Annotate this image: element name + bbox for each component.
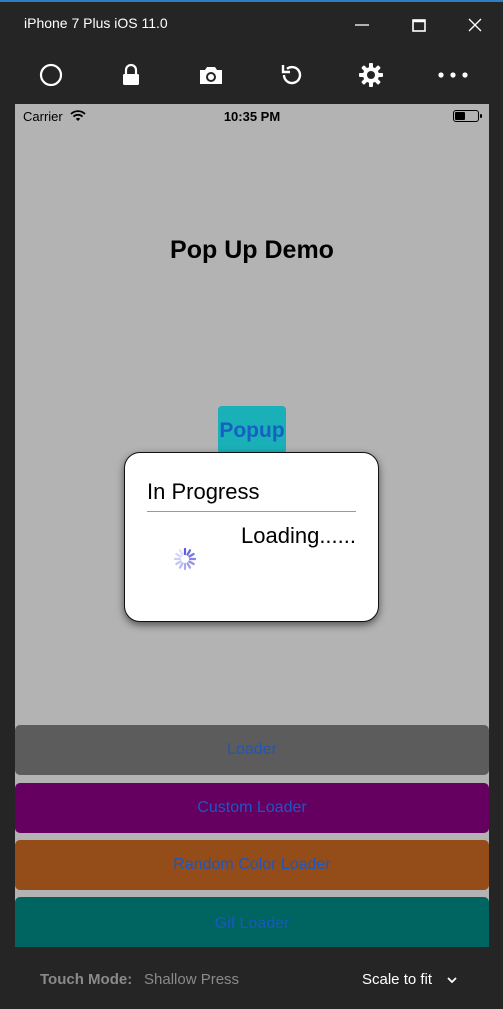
lock-button[interactable]: [114, 58, 148, 92]
maximize-button[interactable]: [404, 10, 434, 40]
minimize-button[interactable]: [347, 10, 377, 40]
rotate-button[interactable]: [274, 58, 308, 92]
device-screen: Carrier 10:35 PM Pop Up Demo Popup In Pr…: [15, 104, 489, 947]
settings-icon: [359, 63, 383, 87]
custom-loader-button[interactable]: Custom Loader: [15, 783, 489, 833]
more-icon: [438, 72, 468, 78]
random-color-loader-button[interactable]: Random Color Loader: [15, 840, 489, 890]
rotate-icon: [281, 65, 302, 85]
settings-button[interactable]: [354, 58, 388, 92]
touch-mode-value[interactable]: Shallow Press: [144, 971, 239, 988]
camera-icon: [200, 67, 222, 84]
dialog-divider: [147, 511, 356, 512]
loading-spinner-icon: [173, 547, 197, 571]
more-button[interactable]: [436, 58, 470, 92]
simulator-bottombar: Touch Mode: Shallow Press Scale to fit: [0, 947, 503, 1009]
window-titlebar: iPhone 7 Plus iOS 11.0: [0, 0, 503, 46]
status-bar: Carrier 10:35 PM: [15, 104, 489, 128]
dialog-message: Loading......: [241, 523, 356, 548]
status-time: 10:35 PM: [223, 109, 281, 124]
screenshot-button[interactable]: [194, 58, 228, 92]
window-title: iPhone 7 Plus iOS 11.0: [24, 15, 168, 31]
popup-button[interactable]: Popup: [218, 406, 286, 454]
close-button[interactable]: [460, 10, 490, 40]
maximize-icon: [412, 19, 426, 32]
gif-loader-button[interactable]: Gif Loader: [15, 897, 489, 947]
home-icon: [39, 63, 63, 87]
dialog-title: In Progress: [147, 479, 260, 504]
progress-dialog: In Progress Loading......: [124, 452, 379, 622]
battery-icon: [453, 110, 482, 122]
scale-dropdown[interactable]: Scale to fit: [362, 971, 432, 988]
minimize-icon: [355, 24, 369, 26]
home-button[interactable]: [34, 58, 68, 92]
loader-button[interactable]: Loader: [15, 725, 489, 775]
page-title: Pop Up Demo: [170, 236, 334, 264]
touch-mode-label: Touch Mode:: [40, 971, 133, 988]
lock-icon: [123, 63, 139, 85]
close-icon: [468, 18, 482, 32]
simulator-toolbar: [0, 46, 503, 104]
chevron-down-icon[interactable]: [446, 974, 458, 986]
